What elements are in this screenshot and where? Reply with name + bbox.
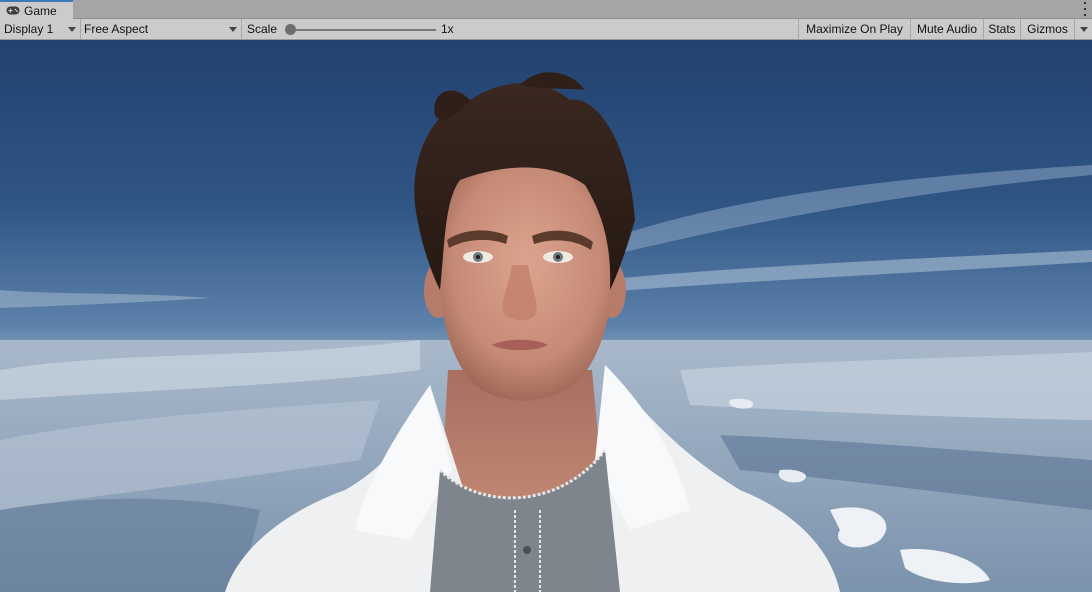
mute-audio-toggle[interactable]: Mute Audio [911, 19, 983, 39]
scale-slider-track[interactable] [290, 29, 436, 31]
gizmos-dropdown[interactable] [1075, 19, 1092, 39]
more-options-icon[interactable] [1083, 2, 1087, 16]
gizmos-toggle[interactable]: Gizmos [1021, 19, 1074, 39]
scale-value: 1x [441, 22, 454, 36]
display-dropdown-label: Display 1 [4, 22, 54, 36]
maximize-on-play-toggle[interactable]: Maximize On Play [799, 19, 910, 39]
chevron-down-icon [229, 27, 237, 32]
game-toolbar: Display 1 Free Aspect Scale 1x Maximize … [0, 19, 1092, 40]
aspect-dropdown[interactable]: Free Aspect [81, 19, 241, 39]
stats-toggle[interactable]: Stats [984, 19, 1020, 39]
display-dropdown[interactable]: Display 1 [0, 19, 80, 39]
chevron-down-icon [68, 27, 76, 32]
scale-slider-handle[interactable] [284, 24, 296, 35]
game-tab-label: Game [24, 3, 57, 18]
toolbar-divider [241, 19, 242, 39]
scale-label: Scale [247, 22, 278, 36]
game-tab[interactable]: Game [0, 0, 73, 19]
game-view[interactable] [0, 40, 1092, 592]
aspect-dropdown-label: Free Aspect [84, 22, 149, 36]
window-tab-bar: Game [0, 0, 1092, 19]
chevron-down-icon [1079, 26, 1088, 32]
gamepad-icon [6, 6, 20, 15]
game-render [0, 40, 1092, 592]
